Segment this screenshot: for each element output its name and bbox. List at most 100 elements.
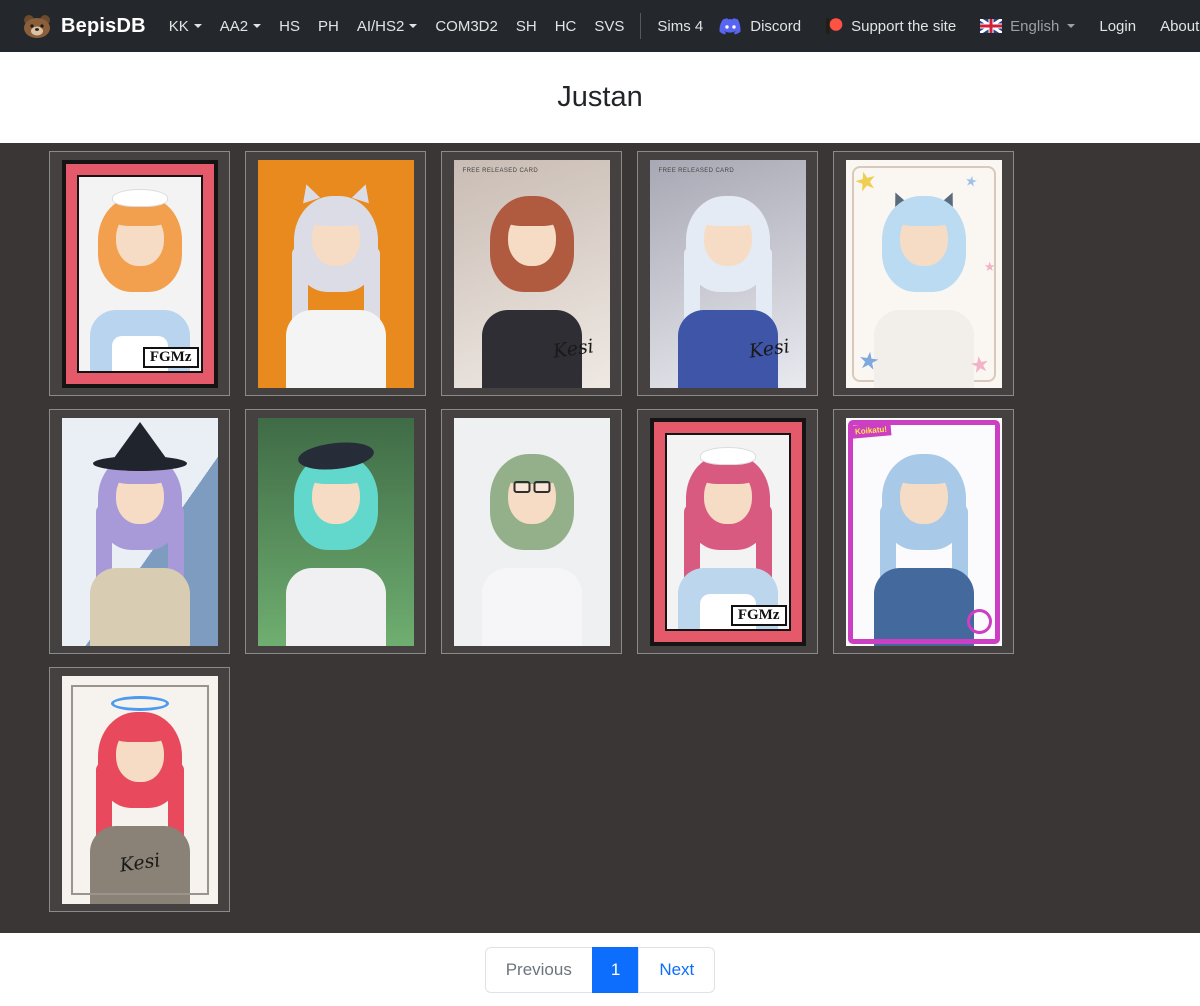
caret-down-icon [409,24,417,28]
nav-item-label: SH [516,18,537,35]
footer: Previous 1 Next [0,933,1200,1006]
discord-label: Discord [750,18,801,35]
halo-icon [111,696,169,711]
support-label: Support the site [851,18,956,35]
fgmz-badge: FGMz [731,605,787,626]
card-thumbnail-9[interactable]: FGMz [637,409,818,654]
portrait-torso [286,310,386,388]
navbar: BepisDB KK AA2 HS PH AI/HS2 COM3D2 SH HC [0,0,1200,52]
nav-item-hc[interactable]: HC [546,10,586,43]
card-thumbnail-1[interactable]: FGMz [49,151,230,396]
brand-label: BepisDB [61,15,146,38]
card-thumbnail-10[interactable]: Koikatu! [833,409,1014,654]
nav-item-kk[interactable]: KK [160,10,211,43]
fgmz-badge: FGMz [143,347,199,368]
witch-hat-icon [114,422,166,458]
nav-item-label: KK [169,18,189,35]
nav-item-svs[interactable]: SVS [585,10,633,43]
card-image: FGMz [650,418,806,646]
witch-hat-icon [93,456,187,471]
language-selector[interactable]: English [973,10,1082,43]
portrait-bangs [505,206,559,226]
about-label: About [1160,18,1199,35]
nav-item-label: PH [318,18,339,35]
pagination-page-1[interactable]: 1 [592,947,639,993]
caret-down-icon [253,24,261,28]
portrait-torso [874,568,974,646]
portrait-bangs [113,722,167,742]
main-nav: KK AA2 HS PH AI/HS2 COM3D2 SH HC SVS [160,10,712,43]
nav-item-aihs2[interactable]: AI/HS2 [348,10,427,43]
content-area: FGMz F [0,143,1200,933]
portrait-bangs [113,206,167,226]
nav-item-ph[interactable]: PH [309,10,348,43]
nav-item-label: HC [555,18,577,35]
caret-down-icon [194,24,202,28]
nav-item-com3d2[interactable]: COM3D2 [426,10,507,43]
card-thumbnail-3[interactable]: FREE RELEASED CARD Kesi [441,151,622,396]
pagination: Previous 1 Next [485,947,716,993]
card-image: Koikatu! [846,418,1002,646]
nav-item-label: AA2 [220,18,248,35]
portrait-bangs [309,206,363,226]
portrait-torso [90,568,190,646]
portrait-torso [874,310,974,388]
card-image [62,418,218,646]
card-thumbnail-5[interactable]: ★ ★ ★ ★ ★ [833,151,1014,396]
card-thumbnail-8[interactable] [441,409,622,654]
portrait-torso [482,568,582,646]
card-image: FGMz [62,160,218,388]
nav-item-label: COM3D2 [435,18,498,35]
discord-link[interactable]: Discord [712,10,808,43]
glasses-lens [533,481,550,493]
star-icon: ★ [968,352,991,377]
page-title: Justan [557,81,642,114]
navbar-right: Discord Support the site English [712,9,1200,43]
koikatu-frame-label: Koikatu! [850,422,891,438]
star-icon: ★ [964,173,979,189]
page-header: Justan [0,52,1200,143]
portrait-bangs [701,206,755,226]
card-image [258,160,414,388]
bepisdb-logo-icon [22,14,52,38]
card-thumbnail-4[interactable]: FREE RELEASED CARD Kesi [637,151,818,396]
pagination-previous[interactable]: Previous [485,947,593,993]
brand-link[interactable]: BepisDB [22,14,146,38]
card-image: FREE RELEASED CARD Kesi [650,160,806,388]
card-image: ★ ★ ★ ★ ★ [846,160,1002,388]
card-grid: FGMz F [49,151,1029,912]
card-thumbnail-11[interactable]: Kesi [49,667,230,912]
discord-icon [719,18,742,35]
portrait-bangs [897,206,951,226]
nav-item-label: Sims 4 [657,18,703,35]
patreon-icon [825,17,843,35]
nav-item-sims4[interactable]: Sims 4 [648,10,712,43]
nav-item-aa2[interactable]: AA2 [211,10,270,43]
nav-item-label: HS [279,18,300,35]
nav-item-label: SVS [594,18,624,35]
card-image: Kesi [62,676,218,904]
caret-down-icon [1067,24,1075,28]
pagination-next[interactable]: Next [638,947,715,993]
maid-headband [112,189,168,207]
portrait-torso [286,568,386,646]
card-thumbnail-6[interactable] [49,409,230,654]
nav-item-sh[interactable]: SH [507,10,546,43]
free-card-text: FREE RELEASED CARD [659,168,735,174]
login-link[interactable]: Login [1092,10,1143,43]
nav-divider [640,13,641,39]
card-thumbnail-2[interactable] [245,151,426,396]
card-image: FREE RELEASED CARD Kesi [454,160,610,388]
nav-item-hs[interactable]: HS [270,10,309,43]
glasses-icon [513,481,550,493]
support-link[interactable]: Support the site [818,9,963,43]
portrait-bangs [897,464,951,484]
free-card-text: FREE RELEASED CARD [463,168,539,174]
maid-headband [700,447,756,465]
portrait-bangs [701,464,755,484]
card-thumbnail-7[interactable] [245,409,426,654]
glasses-lens [513,481,530,493]
card-image [258,418,414,646]
uk-flag-icon [980,19,1002,33]
about-link[interactable]: About [1153,10,1200,43]
